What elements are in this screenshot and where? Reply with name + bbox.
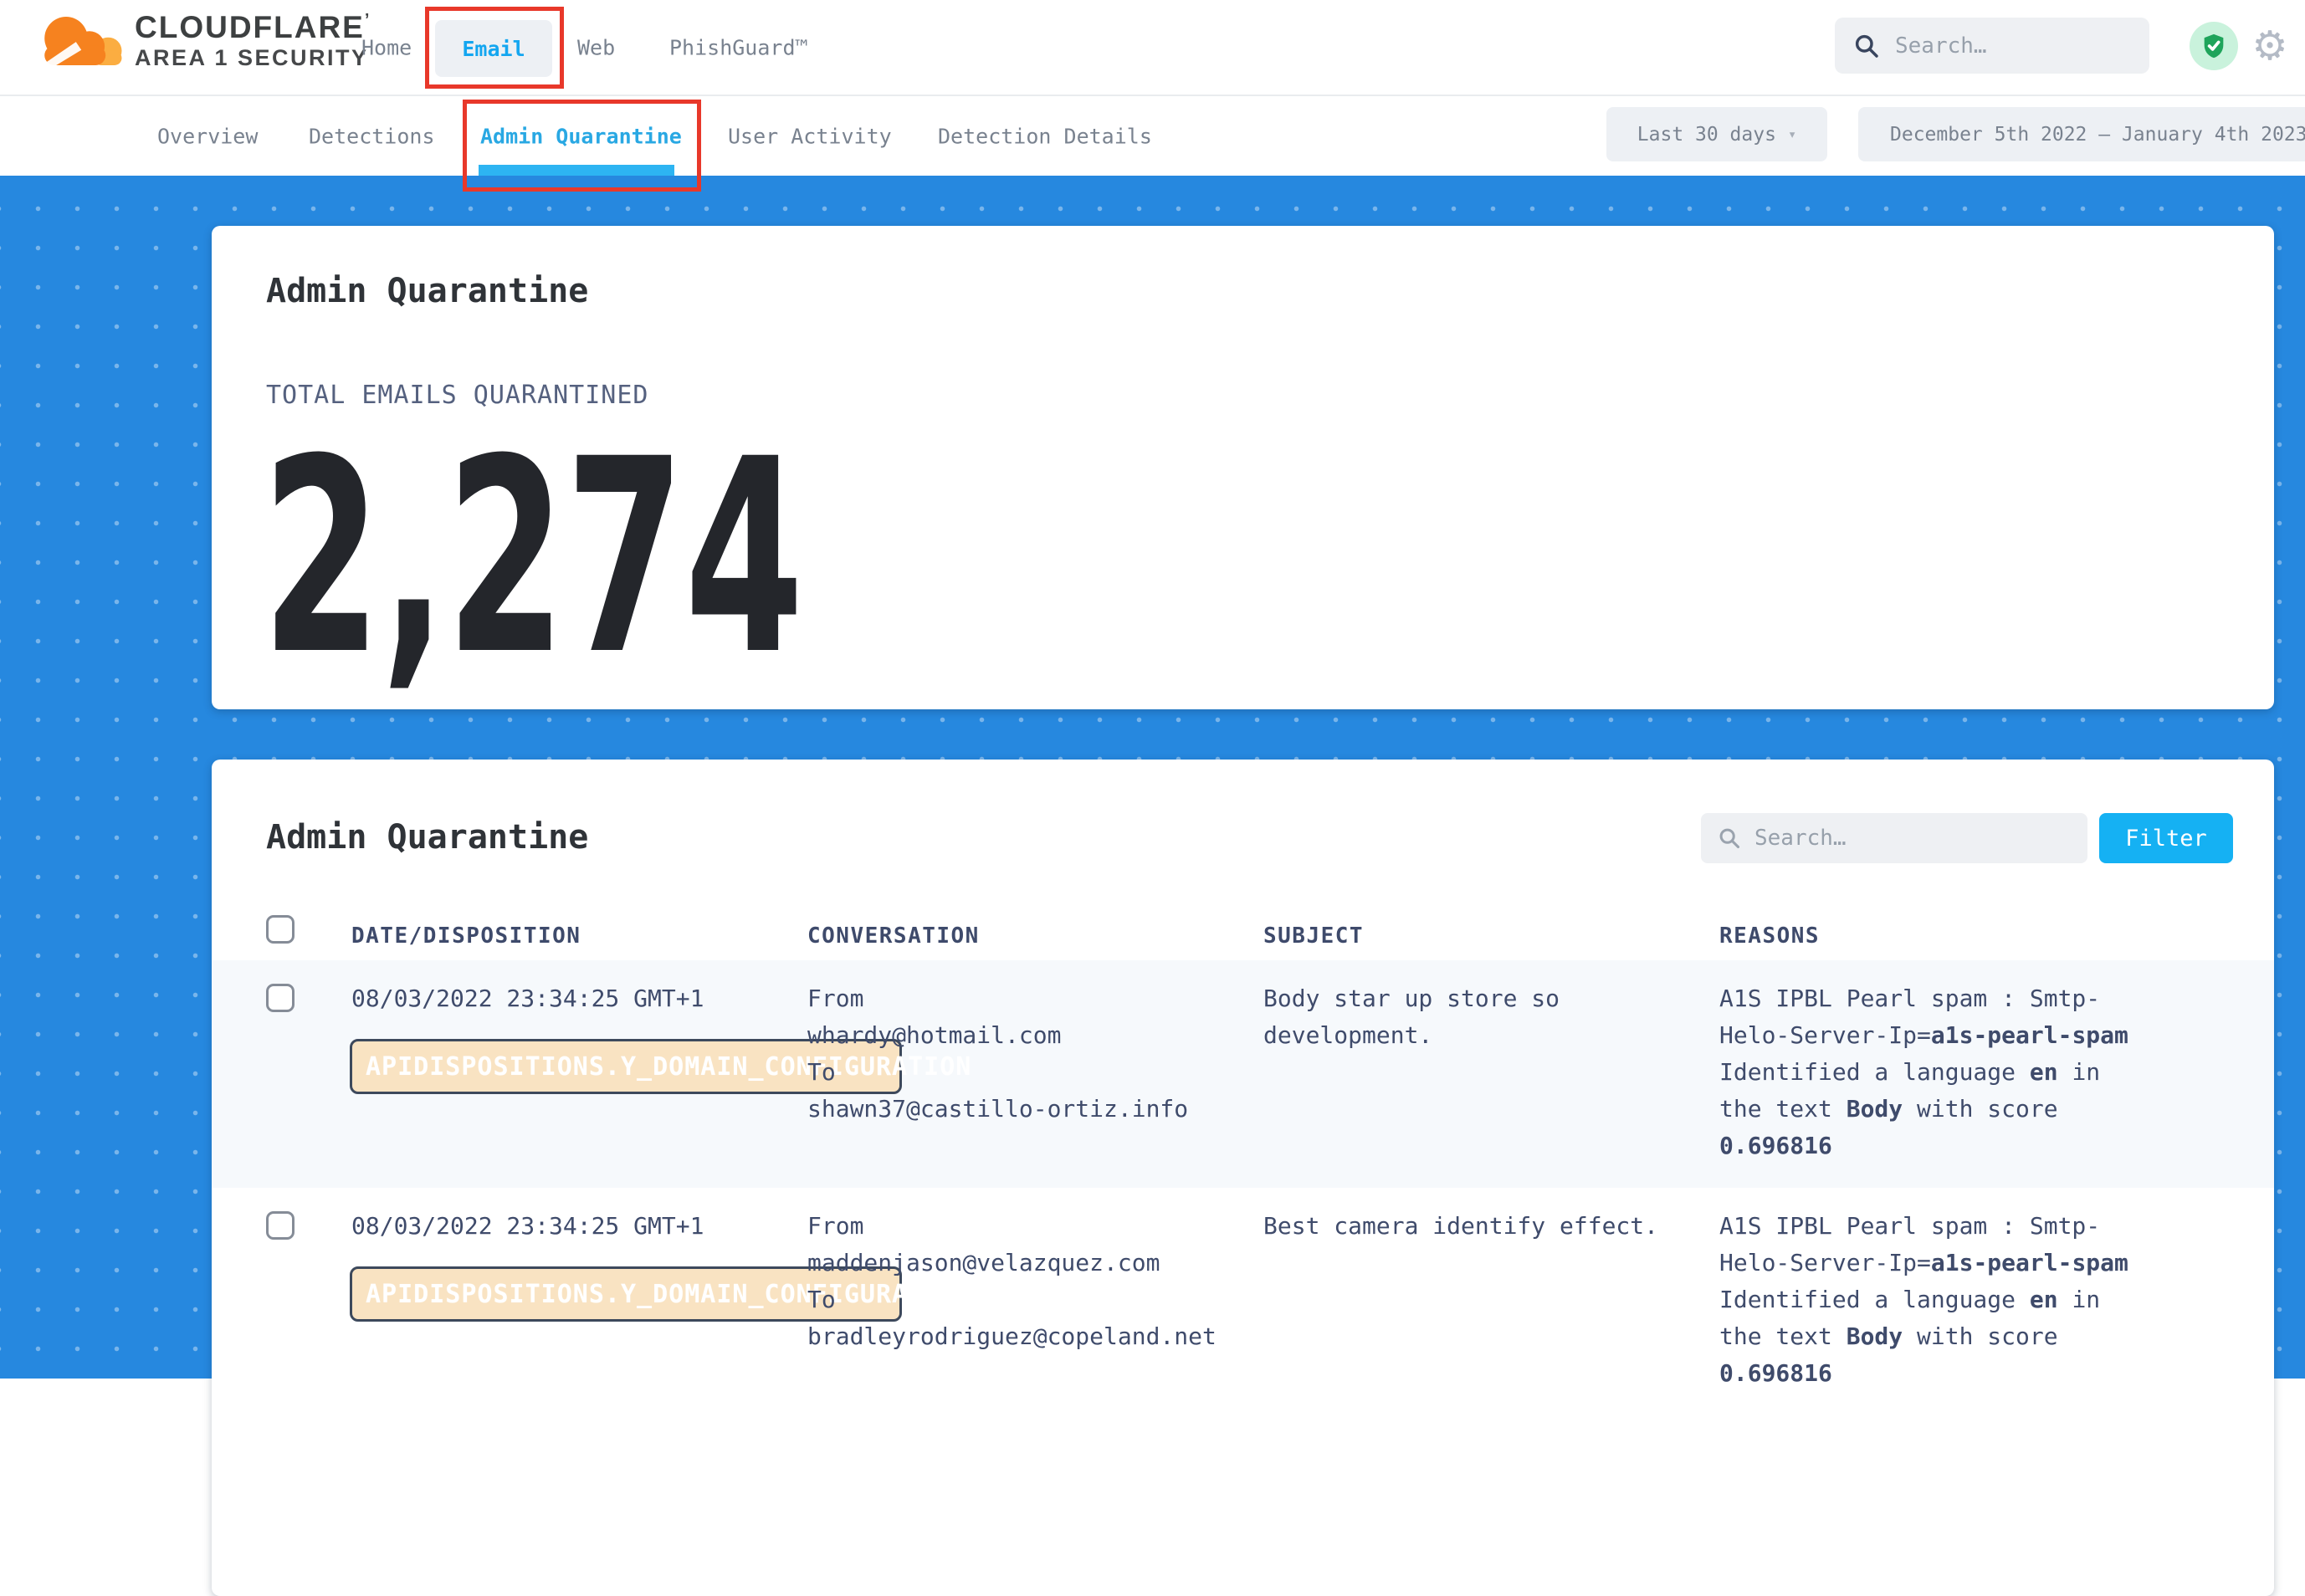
to-label: To [807, 1054, 1276, 1091]
brand-name: CLOUDFLARE [135, 10, 365, 44]
column-header-subject: SUBJECT [1263, 923, 1364, 949]
row-reasons: A1S IPBL Pearl spam : Smtp-Helo-Server-I… [1719, 980, 2150, 1164]
search-icon [1853, 33, 1880, 59]
table-search[interactable] [1701, 813, 2087, 863]
gear-icon[interactable]: ⚙ [2249, 25, 2291, 67]
date-range-value[interactable]: December 5th 2022 — January 4th 2023 [1858, 107, 2305, 161]
row-reasons: A1S IPBL Pearl spam : Smtp-Helo-Server-I… [1719, 1208, 2150, 1392]
from-address: maddenjason@velazquez.com [807, 1245, 1276, 1281]
date-range-dropdown[interactable]: Last 30 days ▾ [1606, 107, 1827, 161]
row-conversation: From maddenjason@velazquez.com To bradle… [807, 1208, 1276, 1355]
nav-web[interactable]: Web [577, 36, 615, 60]
column-header-conversation: CONVERSATION [807, 923, 980, 949]
filter-button[interactable]: Filter [2099, 813, 2233, 863]
table-row: 08/03/2022 23:34:25 GMT+1 APIDISPOSITION… [212, 960, 2274, 1188]
select-all-checkbox[interactable] [266, 915, 295, 944]
tab-bar: Overview Detections Admin Quarantine Use… [0, 98, 2305, 176]
from-label: From [807, 980, 1276, 1017]
column-header-reasons: REASONS [1719, 923, 1820, 949]
table-row: 08/03/2022 23:34:25 GMT+1 APIDISPOSITION… [212, 1188, 2274, 1422]
date-range-text: December 5th 2022 — January 4th 2023 [1890, 124, 2305, 146]
security-status-button[interactable] [2190, 22, 2238, 70]
cloudflare-cloud-icon [29, 8, 128, 74]
row-subject: Best camera identify effect. [1263, 1208, 1673, 1245]
from-label: From [807, 1208, 1276, 1245]
table-search-input[interactable] [1754, 826, 2039, 851]
row-date: 08/03/2022 23:34:25 GMT+1 [351, 1208, 704, 1245]
global-search[interactable] [1835, 18, 2149, 74]
brand-subtitle: AREA 1 SECURITY [135, 45, 371, 71]
row-subject: Body star up store so development. [1263, 980, 1673, 1054]
search-icon [1718, 826, 1741, 850]
chevron-down-icon: ▾ [1788, 126, 1796, 143]
shield-check-icon [2200, 32, 2228, 60]
nav-phishguard[interactable]: PhishGuard™ [669, 36, 808, 60]
tab-user-activity[interactable]: User Activity [728, 125, 892, 149]
tab-detections[interactable]: Detections [309, 125, 435, 149]
to-address: shawn37@castillo-ortiz.info [807, 1091, 1276, 1128]
top-nav: CLOUDFLARE’ AREA 1 SECURITY Home Email W… [0, 0, 2305, 96]
total-quarantined-value: 2,274 [262, 424, 804, 692]
summary-card: Admin Quarantine TOTAL EMAILS QUARANTINE… [212, 226, 2274, 709]
row-conversation: From whardy@hotmail.com To shawn37@casti… [807, 980, 1276, 1128]
tab-overview[interactable]: Overview [157, 125, 258, 149]
brand-trademark-tick: ’ [365, 11, 371, 29]
cloudflare-logo[interactable]: CLOUDFLARE’ AREA 1 SECURITY [29, 8, 371, 74]
page-background: Admin Quarantine TOTAL EMAILS QUARANTINE… [0, 176, 2305, 1379]
column-header-date-disposition: DATE/DISPOSITION [351, 923, 581, 949]
from-address: whardy@hotmail.com [807, 1017, 1276, 1054]
tab-admin-quarantine[interactable]: Admin Quarantine [480, 125, 682, 149]
date-range-label: Last 30 days [1637, 124, 1776, 146]
to-address: bradleyrodriguez@copeland.net [807, 1318, 1276, 1355]
nav-email[interactable]: Email [435, 20, 552, 77]
nav-home[interactable]: Home [361, 36, 412, 60]
summary-card-title: Admin Quarantine [266, 272, 588, 310]
global-search-input[interactable] [1895, 33, 2113, 59]
row-date: 08/03/2022 23:34:25 GMT+1 [351, 980, 704, 1017]
logo-text: CLOUDFLARE’ AREA 1 SECURITY [135, 11, 371, 71]
table-card-title: Admin Quarantine [266, 818, 588, 857]
tab-detection-details[interactable]: Detection Details [938, 125, 1152, 149]
row-checkbox[interactable] [266, 984, 295, 1012]
row-checkbox[interactable] [266, 1211, 295, 1240]
active-tab-underline [479, 165, 674, 176]
quarantine-table-card: Admin Quarantine Filter DATE/DISPOSITION… [212, 760, 2274, 1596]
to-label: To [807, 1281, 1276, 1318]
